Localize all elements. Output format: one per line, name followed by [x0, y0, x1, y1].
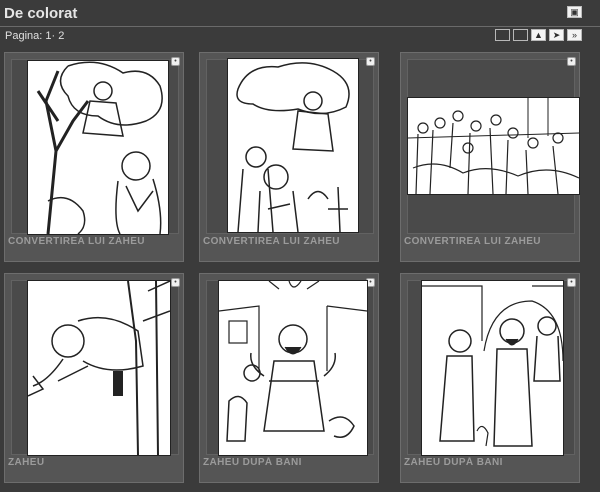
coloring-card[interactable]: • ZAHEU DUPĂ BANI	[199, 273, 379, 483]
pin-icon[interactable]: •	[366, 57, 375, 66]
coloring-image[interactable]	[407, 97, 580, 195]
double-arrow-right-icon: »	[571, 30, 577, 40]
view-toggle-button[interactable]: ▣	[567, 6, 582, 18]
pagination-bar: Pagina: 1· 2 ▲ ➤ »	[0, 27, 600, 46]
coloring-image[interactable]	[227, 58, 359, 233]
coloring-image[interactable]	[218, 280, 368, 456]
card-caption[interactable]: CONVERTIREA LUI ZAHEU	[203, 236, 377, 247]
card-caption[interactable]: CONVERTIREA LUI ZAHEU	[8, 236, 182, 247]
card-caption[interactable]: ZAHEU	[8, 457, 182, 468]
pagination-label: Pagina: 1· 2	[5, 30, 65, 42]
coloring-image[interactable]	[421, 280, 564, 456]
pin-icon[interactable]: •	[567, 278, 576, 287]
arrow-up-icon: ▲	[534, 30, 543, 40]
arrow-right-icon: ➤	[552, 30, 561, 40]
up-button[interactable]: ▲	[531, 29, 546, 41]
coloring-card[interactable]: • ZAHEU DUPĂ BANI	[400, 273, 580, 483]
view-icon: ▣	[570, 7, 579, 17]
card-caption[interactable]: ZAHEU DUPĂ BANI	[404, 457, 578, 468]
next-page-button[interactable]: ➤	[549, 29, 564, 41]
coloring-card[interactable]: • CONVERTIREA LUI ZAHEU	[400, 52, 580, 262]
pin-icon[interactable]: •	[171, 278, 180, 287]
previous-page-button[interactable]	[513, 29, 528, 41]
card-caption[interactable]: CONVERTIREA LUI ZAHEU	[404, 236, 578, 247]
coloring-card[interactable]: • CONVERTIREA LUI ZAHEU	[4, 52, 184, 262]
nav-buttons: ▲ ➤ »	[495, 29, 582, 41]
coloring-card[interactable]: • ZAHEU	[4, 273, 184, 483]
last-page-button[interactable]: »	[567, 29, 582, 41]
card-caption[interactable]: ZAHEU DUPĂ BANI	[203, 457, 377, 468]
page-title: De colorat	[4, 5, 78, 22]
coloring-image[interactable]	[27, 60, 169, 235]
first-page-button[interactable]	[495, 29, 510, 41]
coloring-image[interactable]	[27, 280, 171, 456]
coloring-card[interactable]: • CONVERTIREA LUI ZAHEU	[199, 52, 379, 262]
pin-icon[interactable]: •	[567, 57, 576, 66]
pin-icon[interactable]: •	[171, 57, 180, 66]
top-bar: De colorat ▣	[0, 0, 600, 27]
